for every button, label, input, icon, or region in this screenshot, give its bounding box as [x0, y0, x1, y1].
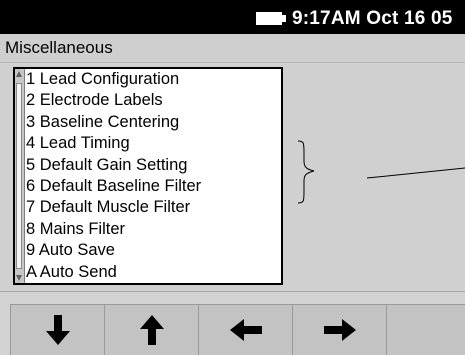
softkey-right[interactable] [292, 304, 386, 355]
battery-tip [282, 15, 286, 22]
scroll-thumb[interactable] [16, 83, 22, 269]
scrollbar[interactable] [15, 69, 25, 283]
battery-icon [256, 12, 282, 25]
menu-item[interactable]: 2 Electrode Labels [26, 90, 201, 111]
softkey-blank[interactable] [386, 304, 465, 355]
callout-brace [297, 140, 315, 204]
softkey-up[interactable] [104, 304, 198, 355]
menu-item[interactable]: A Auto Send [26, 262, 201, 283]
title-bar: Miscellaneous [0, 34, 465, 63]
menu-item[interactable]: 3 Baseline Centering [26, 112, 201, 133]
scroll-up-icon[interactable] [16, 71, 22, 77]
softkey-down[interactable] [10, 304, 104, 355]
menu-list: 1 Lead Configuration 2 Electrode Labels … [26, 69, 201, 283]
arrow-down-icon [45, 315, 70, 345]
menu-item[interactable]: 5 Default Gain Setting [26, 155, 201, 176]
status-bar: 9:17AM Oct 16 05 [0, 0, 465, 34]
menu-item[interactable]: 1 Lead Configuration [26, 69, 201, 90]
softkey-bar [0, 291, 465, 355]
clock: 9:17AM Oct 16 05 [292, 8, 453, 29]
menu-item[interactable]: 4 Lead Timing [26, 133, 201, 154]
content-area: 1 Lead Configuration 2 Electrode Labels … [0, 63, 465, 291]
arrow-up-icon [139, 315, 164, 345]
arrow-left-icon [229, 319, 262, 341]
menu-list-box: 1 Lead Configuration 2 Electrode Labels … [13, 67, 283, 285]
arrow-right-icon [323, 319, 356, 341]
menu-item[interactable]: 6 Default Baseline Filter [26, 176, 201, 197]
softkey-left[interactable] [198, 304, 292, 355]
menu-item[interactable]: 7 Default Muscle Filter [26, 197, 201, 218]
callout-graphic [297, 140, 465, 204]
menu-item[interactable]: 9 Auto Save [26, 240, 201, 261]
page-title: Miscellaneous [5, 38, 113, 57]
scroll-down-icon[interactable] [16, 275, 22, 281]
callout-line [366, 167, 465, 179]
menu-item[interactable]: 8 Mains Filter [26, 219, 201, 240]
